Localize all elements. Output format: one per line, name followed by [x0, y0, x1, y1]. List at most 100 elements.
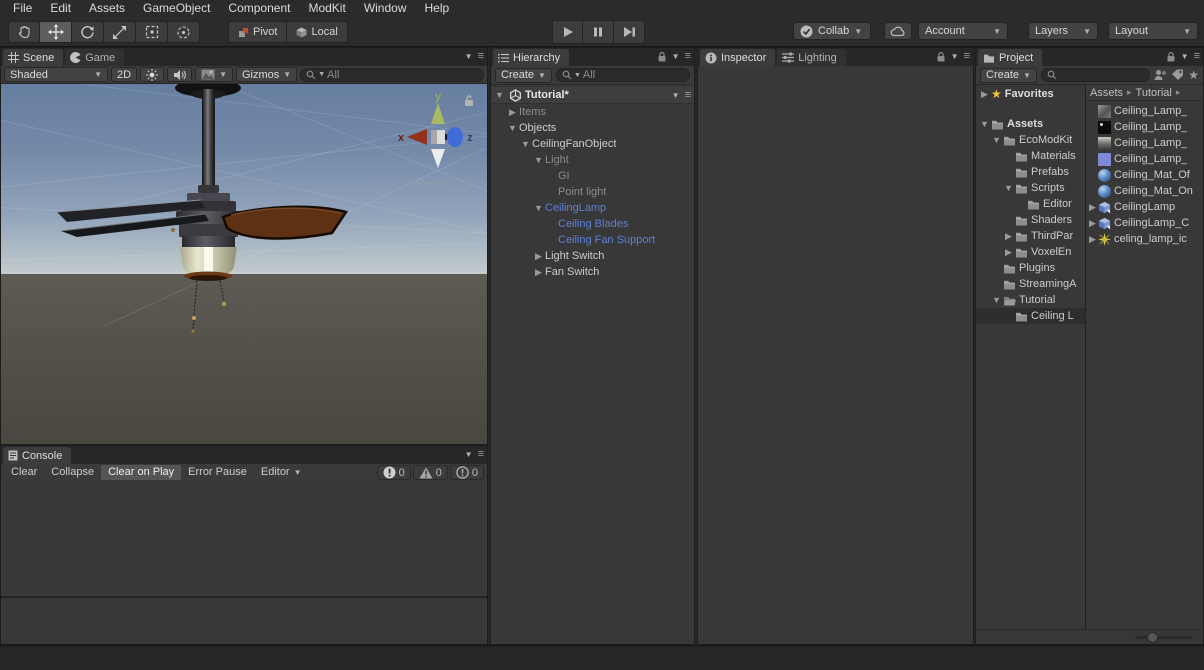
project-folder-prefabs[interactable]: Prefabs	[976, 164, 1085, 180]
console-button-clear-on-play[interactable]: Clear on Play	[101, 465, 181, 480]
gizmo-z-cone[interactable]	[447, 127, 463, 147]
scene-audio-toggle[interactable]	[167, 67, 192, 82]
expanded-arrow-icon[interactable]: ▼	[1002, 183, 1015, 193]
expanded-arrow-icon[interactable]: ▼	[990, 295, 1003, 305]
tab-inspector[interactable]: Inspector	[700, 49, 775, 66]
menu-edit[interactable]: Edit	[41, 0, 80, 16]
hand-tool-button[interactable]	[8, 21, 40, 43]
play-button[interactable]	[552, 20, 583, 44]
project-search-input[interactable]	[1041, 68, 1150, 82]
project-folder-ecomodkit[interactable]: ▼EcoModKit	[976, 132, 1085, 148]
layers-dropdown[interactable]: Layers▼	[1028, 22, 1098, 40]
collab-dropdown[interactable]: Collab▼	[793, 22, 871, 40]
hierarchy-search-input[interactable]: ▼ All	[556, 68, 690, 82]
hierarchy-item-point-light[interactable]: Point light	[491, 184, 694, 200]
expanded-arrow-icon[interactable]: ▼	[532, 155, 545, 165]
hierarchy-item-gi[interactable]: GI	[491, 168, 694, 184]
menu-window[interactable]: Window	[355, 0, 416, 16]
project-folder-materials[interactable]: Materials	[976, 148, 1085, 164]
project-file-ceiling-lamp[interactable]: Ceiling_Lamp_	[1086, 151, 1203, 167]
pane-dropdown-icon[interactable]: ▼	[465, 450, 473, 459]
console-message-list[interactable]	[1, 480, 487, 598]
project-file-ceilinglamp-c[interactable]: ▶CeilingLamp_C	[1086, 215, 1203, 231]
scene-dropdown-icon[interactable]: ▼	[672, 91, 680, 100]
menu-file[interactable]: File	[4, 0, 41, 16]
search-by-type-icon[interactable]	[1154, 69, 1167, 81]
lock-icon[interactable]	[1166, 51, 1176, 62]
favorites-star-icon[interactable]: ★	[1188, 68, 1199, 82]
expanded-arrow-icon[interactable]: ▼	[506, 123, 519, 133]
info-count-badge[interactable]: 0	[377, 465, 411, 480]
menu-assets[interactable]: Assets	[80, 0, 134, 16]
viewport-lock-icon[interactable]	[463, 94, 475, 107]
console-button-clear[interactable]: Clear	[4, 465, 44, 480]
collapsed-arrow-icon[interactable]: ▶	[532, 251, 545, 262]
project-folder-voxelen[interactable]: ▶VoxelEn	[976, 244, 1085, 260]
hierarchy-item-ceiling-fan-support[interactable]: Ceiling Fan Support	[491, 232, 694, 248]
hierarchy-item-fan-switch[interactable]: ▶Fan Switch	[491, 264, 694, 280]
2d-toggle-button[interactable]: 2D	[111, 67, 137, 82]
hierarchy-item-ceilingfanobject[interactable]: ▼CeilingFanObject	[491, 136, 694, 152]
tab-lighting[interactable]: Lighting	[777, 49, 846, 66]
gizmos-dropdown[interactable]: Gizmos▼	[236, 67, 297, 82]
pane-dropdown-icon[interactable]: ▼	[672, 52, 680, 61]
menu-help[interactable]: Help	[416, 0, 459, 16]
pane-menu-icon[interactable]: ≡	[1194, 50, 1199, 62]
project-create-button[interactable]: Create▼	[980, 68, 1037, 83]
console-button-editor[interactable]: Editor▼	[254, 465, 309, 480]
project-folder-favorites[interactable]: ▶★Favorites	[976, 86, 1085, 102]
expanded-arrow-icon[interactable]: ▼	[532, 203, 545, 213]
transform-tool-button[interactable]	[168, 21, 200, 43]
slider-knob[interactable]	[1147, 632, 1158, 643]
project-folder-scripts[interactable]: ▼Scripts	[976, 180, 1085, 196]
project-folder-plugins[interactable]: Plugins	[976, 260, 1085, 276]
pane-menu-icon[interactable]: ≡	[478, 448, 483, 460]
lock-icon[interactable]	[936, 51, 946, 62]
project-folder-streaminga[interactable]: StreamingA	[976, 276, 1085, 292]
collapsed-arrow-icon[interactable]: ▶	[978, 89, 991, 100]
console-detail-pane[interactable]	[1, 600, 487, 644]
project-file-ceilinglamp[interactable]: ▶CeilingLamp	[1086, 199, 1203, 215]
project-folder-ceiling-l[interactable]: Ceiling L	[976, 308, 1085, 324]
hierarchy-create-button[interactable]: Create▼	[495, 68, 552, 83]
project-file-ceiling-lamp[interactable]: Ceiling_Lamp_	[1086, 119, 1203, 135]
tab-game[interactable]: Game	[65, 49, 124, 66]
breadcrumb-current[interactable]: Tutorial	[1136, 87, 1172, 99]
scene-effects-dropdown[interactable]: ▼	[195, 67, 233, 82]
pane-menu-icon[interactable]: ≡	[964, 50, 969, 62]
scene-lighting-toggle[interactable]	[140, 67, 164, 82]
collapsed-arrow-icon[interactable]: ▶	[1087, 218, 1098, 229]
pane-dropdown-icon[interactable]: ▼	[465, 52, 473, 61]
hierarchy-item-light[interactable]: ▼Light	[491, 152, 694, 168]
collapsed-arrow-icon[interactable]: ▶	[1087, 234, 1098, 245]
menu-gameobject[interactable]: GameObject	[134, 0, 219, 16]
cloud-button[interactable]	[884, 22, 912, 40]
project-folder-shaders[interactable]: Shaders	[976, 212, 1085, 228]
tab-project[interactable]: Project	[978, 49, 1042, 66]
error-count-badge[interactable]: 0	[450, 465, 484, 480]
perspective-toggle[interactable]: ◁Persp	[403, 176, 447, 190]
collapsed-arrow-icon[interactable]: ▶	[1087, 202, 1098, 213]
pane-dropdown-icon[interactable]: ▼	[951, 52, 959, 61]
search-filter-icon[interactable]: ▼	[318, 71, 325, 78]
scene-search-input[interactable]: ▼ All	[300, 68, 484, 82]
expanded-arrow-icon[interactable]: ▼	[493, 90, 506, 100]
tab-console[interactable]: Console	[3, 447, 71, 464]
scene-viewport[interactable]: y x z ◁Persp	[1, 84, 487, 444]
gizmo-x-cone[interactable]	[407, 129, 427, 145]
project-folder-tutorial[interactable]: ▼Tutorial	[976, 292, 1085, 308]
collapsed-arrow-icon[interactable]: ▶	[532, 267, 545, 278]
project-file-ceiling-mat-on[interactable]: Ceiling_Mat_On	[1086, 183, 1203, 199]
project-file-ceiling-lamp[interactable]: Ceiling_Lamp_	[1086, 103, 1203, 119]
lock-icon[interactable]	[657, 51, 667, 62]
gizmo-down-cone[interactable]	[431, 149, 445, 168]
rotate-tool-button[interactable]	[72, 21, 104, 43]
scene-root-row[interactable]: ▼ Tutorial* ▼≡	[491, 87, 694, 104]
collapsed-arrow-icon[interactable]: ▶	[1002, 231, 1015, 242]
pivot-toggle-button[interactable]: Pivot	[228, 21, 287, 43]
pane-dropdown-icon[interactable]: ▼	[1181, 52, 1189, 61]
pause-button[interactable]	[583, 20, 614, 44]
project-folder-editor[interactable]: Editor	[976, 196, 1085, 212]
thumbnail-size-slider[interactable]	[1135, 636, 1193, 639]
hierarchy-item-items[interactable]: ▶Items	[491, 104, 694, 120]
